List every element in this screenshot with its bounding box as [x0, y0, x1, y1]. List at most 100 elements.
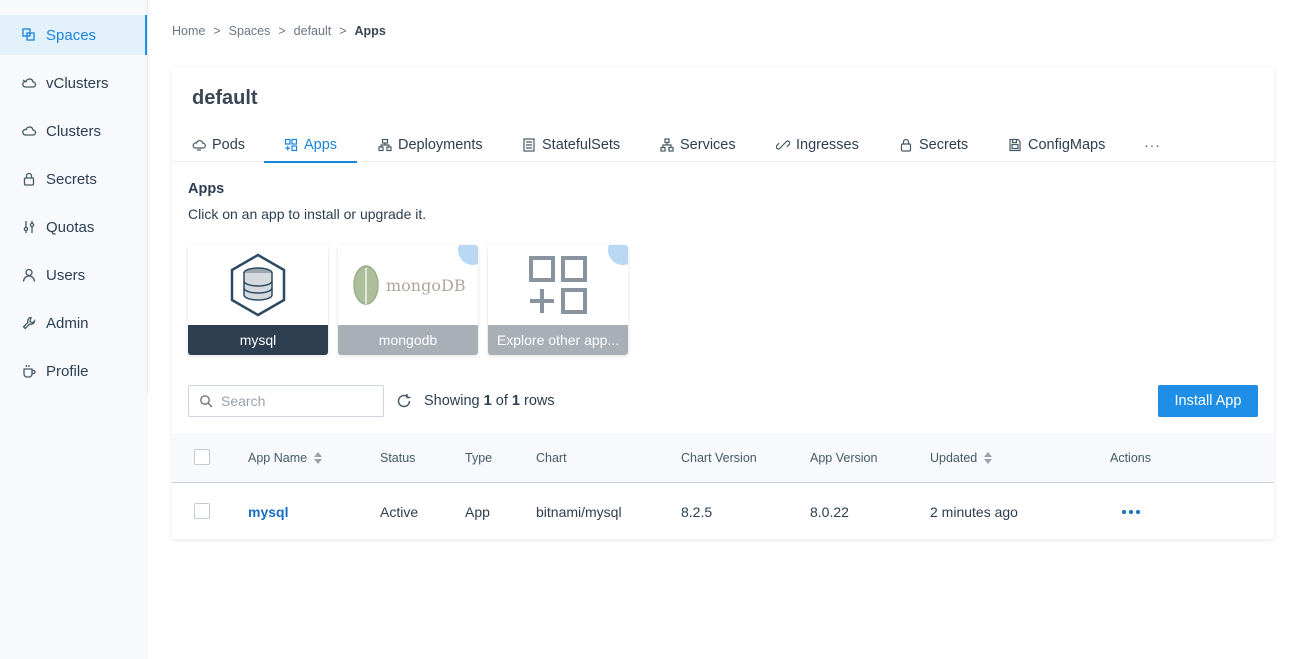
column-header-app-name[interactable]: App Name — [248, 433, 323, 483]
services-icon — [660, 137, 674, 152]
space-card: default Pods Apps Deployments StatefulSe… — [172, 67, 1274, 539]
pods-icon — [192, 138, 206, 152]
sidebar-item-profile[interactable]: Profile — [0, 351, 148, 391]
tab-bar: Pods Apps Deployments StatefulSets Servi… — [172, 127, 1274, 163]
sidebar-item-label: Admin — [46, 314, 89, 332]
row-checkbox[interactable] — [194, 503, 210, 519]
app-tile-label: mongodb — [338, 325, 478, 355]
apps-icon — [284, 138, 298, 152]
sidebar-item-users[interactable]: Users — [0, 255, 148, 295]
status-cell: Active — [380, 503, 419, 520]
sliders-icon — [22, 220, 36, 234]
lock-icon — [22, 172, 36, 186]
apps-section-subtitle: Click on an app to install or upgrade it… — [188, 206, 427, 222]
breadcrumb-separator: > — [278, 24, 286, 38]
app-tile-label: Explore other app... — [488, 325, 628, 355]
lock-icon — [899, 138, 913, 152]
refresh-icon[interactable] — [396, 393, 412, 409]
tab-label: StatefulSets — [542, 136, 621, 153]
sidebar-item-label: Profile — [46, 362, 89, 380]
breadcrumb-default[interactable]: default — [294, 24, 332, 38]
app-tile-mongodb[interactable]: mongoDB mongodb — [338, 245, 478, 355]
sort-icon — [314, 452, 323, 464]
row-actions-menu-icon[interactable] — [1122, 484, 1140, 539]
tab-label: Services — [680, 136, 736, 153]
sidebar-item-label: Users — [46, 266, 86, 284]
column-header-chart: Chart — [536, 451, 567, 465]
showing-total: 1 — [511, 393, 520, 409]
app-tile-label: mysql — [188, 325, 328, 355]
showing-suffix: rows — [524, 393, 555, 409]
tab-configmaps[interactable]: ConfigMaps — [1008, 127, 1105, 162]
column-header-type: Type — [465, 451, 493, 465]
tab-label: Ingresses — [796, 136, 859, 153]
row-count-text: Showing 1 of 1 rows — [424, 393, 555, 409]
tab-secrets[interactable]: Secrets — [899, 127, 968, 162]
sidebar-divider — [147, 0, 148, 394]
search-icon — [199, 394, 213, 408]
column-header-chart-version: Chart Version — [681, 451, 757, 465]
select-all-checkbox[interactable] — [194, 449, 210, 465]
sort-icon — [984, 452, 993, 464]
tab-apps[interactable]: Apps — [263, 127, 358, 163]
coffee-icon — [22, 364, 36, 378]
type-cell: App — [465, 503, 490, 520]
sidebar-item-label: Quotas — [46, 218, 95, 236]
user-icon — [22, 268, 36, 282]
app-tile-mysql[interactable]: mysql — [188, 245, 328, 355]
showing-of: of — [495, 393, 508, 409]
breadcrumb-home[interactable]: Home — [172, 24, 205, 38]
sidebar-item-quotas[interactable]: Quotas — [0, 207, 148, 247]
configmaps-icon — [1008, 138, 1022, 152]
sidebar-item-label: vClusters — [46, 74, 109, 92]
svg-text:mongoDB: mongoDB — [386, 276, 466, 295]
sidebar-item-label: Clusters — [46, 122, 102, 140]
page-title: default — [192, 87, 258, 109]
chart-version-cell: 8.2.5 — [681, 503, 713, 520]
tab-ingresses[interactable]: Ingresses — [776, 127, 859, 162]
column-header-actions: Actions — [1110, 451, 1151, 465]
mongodb-logo: mongoDB — [338, 245, 478, 325]
tab-statefulsets[interactable]: StatefulSets — [522, 127, 620, 162]
showing-from: 1 — [483, 393, 492, 409]
sidebar-item-secrets[interactable]: Secrets — [0, 159, 148, 199]
breadcrumb-spaces[interactable]: Spaces — [229, 24, 271, 38]
app-version-cell: 8.0.22 — [810, 503, 849, 520]
sidebar-item-label: Secrets — [46, 170, 97, 188]
header-label: Updated — [930, 451, 978, 465]
column-header-updated[interactable]: Updated — [930, 433, 993, 483]
app-tile-explore[interactable]: Explore other app... — [488, 245, 628, 355]
tab-services[interactable]: Services — [660, 127, 736, 162]
sidebar: Spaces vClusters Clusters Secrets Quotas… — [0, 0, 148, 659]
tab-label: Deployments — [398, 136, 483, 153]
app-name-link[interactable]: mysql — [248, 484, 288, 539]
sidebar-item-admin[interactable]: Admin — [0, 303, 148, 343]
chart-cell: bitnami/mysql — [536, 503, 622, 520]
wrench-icon — [22, 316, 36, 330]
table-header: App Name Status Type Chart Chart Version… — [172, 433, 1274, 483]
tab-label: Apps — [304, 136, 338, 153]
tab-pods[interactable]: Pods — [192, 127, 245, 162]
sidebar-item-vclusters[interactable]: vClusters — [0, 63, 148, 103]
tab-deployments[interactable]: Deployments — [378, 127, 483, 162]
showing-prefix: Showing — [424, 393, 480, 409]
table-row: mysql Active App bitnami/mysql 8.2.5 8.0… — [172, 484, 1274, 539]
sidebar-item-label: Spaces — [46, 26, 97, 44]
breadcrumb-current: Apps — [354, 24, 386, 38]
column-header-status: Status — [380, 451, 416, 465]
search-input[interactable] — [221, 393, 371, 409]
ingresses-icon — [776, 138, 790, 152]
cloud-icon — [22, 76, 36, 90]
install-app-button[interactable]: Install App — [1158, 385, 1258, 417]
column-header-app-version: App Version — [810, 451, 878, 465]
sidebar-item-spaces[interactable]: Spaces — [0, 15, 148, 55]
apps-section-title: Apps — [188, 181, 225, 197]
explore-apps-icon — [488, 245, 628, 325]
tabs-more-button[interactable]: ··· — [1144, 127, 1161, 162]
search-box[interactable] — [188, 385, 384, 417]
cloud-outline-icon — [22, 124, 36, 138]
sidebar-item-clusters[interactable]: Clusters — [0, 111, 148, 151]
updated-cell: 2 minutes ago — [930, 503, 1018, 520]
mysql-database-icon — [188, 245, 328, 325]
deployments-icon — [378, 138, 392, 152]
